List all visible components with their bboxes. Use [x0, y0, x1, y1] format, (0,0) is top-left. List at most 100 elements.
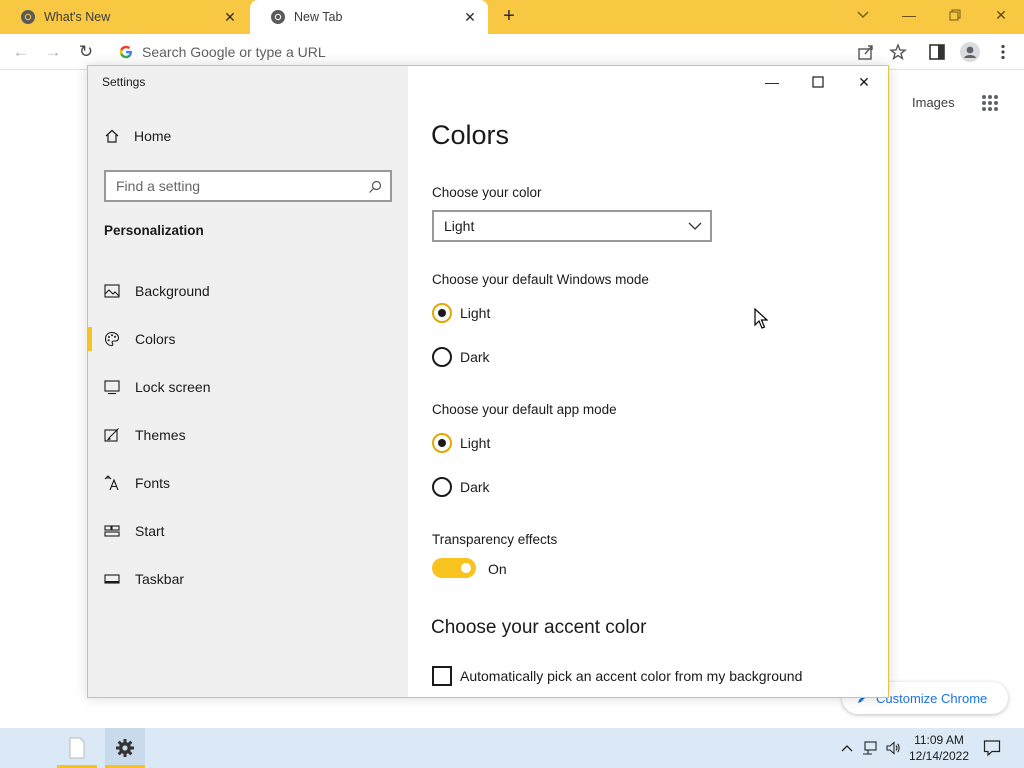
radio-circle: [432, 347, 452, 367]
clock-time: 11:09 AM: [914, 733, 964, 747]
themes-icon: [104, 428, 119, 442]
checkbox-box: [432, 666, 452, 686]
choose-color-label: Choose your color: [432, 185, 542, 200]
address-bar[interactable]: Search Google or type a URL: [108, 38, 890, 66]
window-title: Settings: [102, 75, 146, 89]
restore-icon[interactable]: [942, 4, 968, 26]
radio-label: Light: [460, 305, 491, 321]
radio-circle: [432, 303, 452, 323]
close-window-icon[interactable]: ✕: [988, 4, 1014, 26]
google-apps-icon[interactable]: [981, 94, 999, 112]
back-icon[interactable]: ←: [10, 41, 32, 63]
home-icon: [105, 129, 119, 143]
tab-new-tab[interactable]: New Tab ✕: [250, 0, 488, 34]
auto-accent-checkbox[interactable]: Automatically pick an accent color from …: [432, 666, 802, 686]
chrome-icon: [271, 10, 285, 24]
windows-taskbar: 11:09 AM 12/14/2022: [0, 728, 1024, 768]
google-icon: [119, 45, 132, 59]
bookmark-star-icon[interactable]: [889, 43, 907, 61]
gear-icon: [116, 739, 134, 757]
sidebar-item-colors[interactable]: Colors: [88, 319, 408, 359]
sidebar-item-label: Themes: [135, 427, 186, 443]
windows-mode-light-radio[interactable]: Light: [432, 303, 490, 323]
chevron-up-icon[interactable]: [839, 740, 855, 756]
find-setting-box[interactable]: [104, 170, 392, 202]
windows-mode-label: Choose your default Windows mode: [432, 272, 649, 287]
profile-avatar-icon[interactable]: [960, 42, 980, 62]
start-icon: [104, 525, 120, 537]
sidebar-item-label: Background: [135, 283, 210, 299]
sidebar-item-label: Colors: [135, 331, 176, 347]
toggle-state: On: [488, 561, 507, 577]
dropdown-value: Light: [444, 218, 475, 234]
reload-icon[interactable]: ↻: [75, 41, 97, 63]
close-tab-icon[interactable]: ✕: [222, 9, 238, 25]
app-mode-label: Choose your default app mode: [432, 402, 617, 417]
transparency-label: Transparency effects: [432, 532, 558, 547]
notification-center-icon[interactable]: [983, 739, 1001, 757]
document-icon: [69, 737, 85, 759]
customize-chrome-label: Customize Chrome: [876, 690, 988, 706]
section-title: Personalization: [104, 223, 204, 238]
radio-label: Dark: [460, 479, 490, 495]
home-nav-item[interactable]: Home: [104, 128, 171, 144]
accent-color-heading: Choose your accent color: [431, 617, 647, 638]
minimize-icon[interactable]: —: [896, 4, 922, 26]
tab-search-chevron-icon[interactable]: [850, 4, 876, 26]
new-tab-button[interactable]: +: [498, 5, 520, 27]
fonts-icon: [104, 475, 119, 491]
radio-label: Light: [460, 435, 491, 451]
taskbar-clock[interactable]: 11:09 AM 12/14/2022: [902, 732, 976, 764]
settings-window: Settings Home Personalization Background: [87, 65, 889, 698]
windows-mode-dark-radio[interactable]: Dark: [432, 347, 490, 367]
settings-content: — ✕ Colors Choose your color Light Choos…: [408, 66, 888, 697]
volume-icon[interactable]: [885, 740, 901, 756]
choose-color-dropdown[interactable]: Light: [432, 210, 712, 242]
search-icon: [369, 180, 382, 193]
app-mode-dark-radio[interactable]: Dark: [432, 477, 490, 497]
close-icon[interactable]: ✕: [848, 72, 880, 92]
transparency-toggle[interactable]: [432, 558, 476, 578]
taskbar-app-settings[interactable]: [105, 728, 145, 768]
close-tab-icon[interactable]: ✕: [462, 9, 478, 25]
share-icon[interactable]: [857, 43, 875, 61]
tab-title: What's New: [44, 10, 111, 24]
search-input[interactable]: [116, 178, 356, 194]
tab-whats-new[interactable]: What's New ✕: [0, 0, 248, 34]
network-icon[interactable]: [862, 740, 878, 756]
taskbar-app-notepad[interactable]: [57, 728, 97, 768]
sidebar-item-label: Fonts: [135, 475, 171, 491]
tab-title: New Tab: [294, 10, 343, 24]
menu-kebab-icon[interactable]: [994, 43, 1012, 61]
radio-circle: [432, 433, 452, 453]
sidebar-item-label: Taskbar: [135, 571, 185, 587]
radio-circle: [432, 477, 452, 497]
browser-tab-strip: What's New ✕ New Tab ✕ + — ✕: [0, 0, 1024, 34]
maximize-icon[interactable]: [802, 72, 834, 92]
sidebar-item-start[interactable]: Start: [88, 511, 408, 551]
checkbox-label: Automatically pick an accent color from …: [460, 668, 803, 684]
radio-label: Dark: [460, 349, 490, 365]
chrome-icon: [21, 10, 35, 24]
taskbar-icon: [104, 574, 120, 584]
sidebar-item-taskbar[interactable]: Taskbar: [88, 559, 408, 599]
mouse-cursor-icon: [754, 308, 768, 329]
sidebar-item-lock-screen[interactable]: Lock screen: [88, 367, 408, 407]
forward-icon[interactable]: →: [42, 41, 64, 63]
sidebar-item-fonts[interactable]: Fonts: [88, 463, 408, 503]
home-label: Home: [134, 128, 172, 144]
app-mode-light-radio[interactable]: Light: [432, 433, 490, 453]
chevron-down-icon: [688, 222, 702, 230]
images-link[interactable]: Images: [912, 95, 955, 110]
palette-icon: [104, 331, 120, 347]
picture-icon: [104, 284, 120, 298]
clock-date: 12/14/2022: [908, 749, 970, 763]
sidebar-item-label: Start: [135, 523, 165, 539]
settings-sidebar: Settings Home Personalization Background: [88, 66, 408, 697]
minimize-icon[interactable]: —: [756, 72, 788, 92]
side-panel-icon[interactable]: [928, 43, 946, 61]
page-title: Colors: [431, 120, 510, 150]
sidebar-item-themes[interactable]: Themes: [88, 415, 408, 455]
sidebar-item-background[interactable]: Background: [88, 271, 408, 311]
lock-screen-icon: [104, 380, 120, 395]
